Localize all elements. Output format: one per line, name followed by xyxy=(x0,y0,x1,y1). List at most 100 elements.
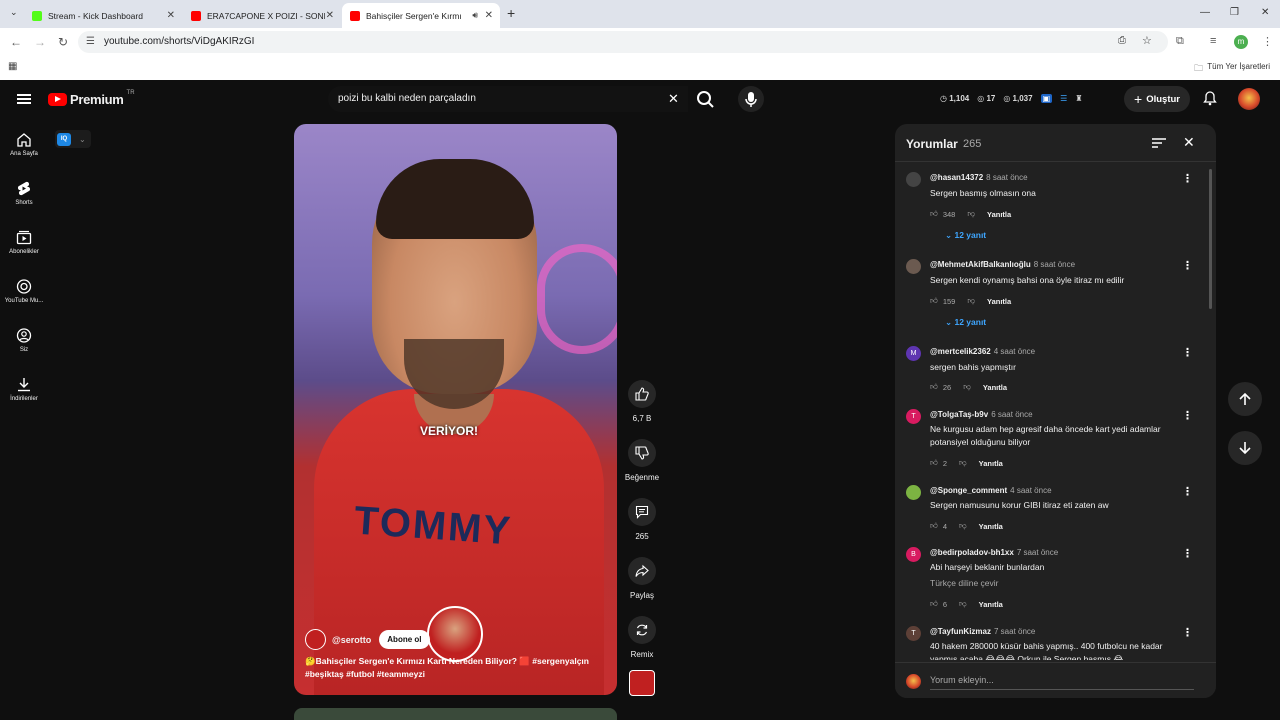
search-input[interactable]: poizi bu kalbi neden parçaladın xyxy=(338,93,476,104)
dislike-button[interactable]: Beğenme xyxy=(622,439,662,482)
bookmark-star-icon[interactable]: ☆ xyxy=(1142,34,1152,47)
hashtags[interactable]: #beşiktaş #futbol #teammeyzi xyxy=(305,669,425,679)
more-options-icon[interactable]: ⋮ xyxy=(1182,172,1193,185)
next-short-button[interactable] xyxy=(1228,431,1262,465)
comments-scrollbar[interactable] xyxy=(1209,169,1212,309)
minimize-button[interactable]: — xyxy=(1200,7,1210,18)
apps-grid-icon[interactable]: ▦ xyxy=(8,61,17,72)
comment-time[interactable]: 4 saat önce xyxy=(994,347,1035,356)
commenter-avatar[interactable]: T xyxy=(906,409,921,424)
restore-button[interactable]: ❐ xyxy=(1230,7,1239,18)
commenter-avatar[interactable] xyxy=(906,172,921,187)
window-close-button[interactable]: ✕ xyxy=(1261,7,1269,18)
translate-link[interactable]: Türkçe diline çevir xyxy=(930,578,999,588)
tab-era7capone[interactable]: ERA7CAPONE X POIZI - SONBA ✕ xyxy=(183,3,341,28)
channel-name[interactable]: @serotto xyxy=(332,635,371,645)
comment-author[interactable]: @TolgaTaş-b9v xyxy=(930,410,988,419)
reply-button[interactable]: Yanıtla xyxy=(979,600,1003,609)
tab-kick-dashboard[interactable]: Stream - Kick Dashboard ✕ xyxy=(24,3,182,28)
channel-avatar[interactable] xyxy=(305,629,326,650)
reading-list-icon[interactable]: ≡ xyxy=(1210,35,1216,47)
commenter-avatar[interactable] xyxy=(906,485,921,500)
ext-badge-icon[interactable]: ▣ xyxy=(1040,94,1053,103)
account-avatar[interactable] xyxy=(1238,88,1260,110)
thumbs-up-icon[interactable]: 👍︎ xyxy=(930,296,938,306)
video-description[interactable]: 🤔Bahisçiler Sergen'e Kırmızı Kartı Nered… xyxy=(305,655,605,681)
back-icon[interactable]: ← xyxy=(10,35,22,49)
comment-author[interactable]: @mertcelik2362 xyxy=(930,347,991,356)
close-icon[interactable]: ✕ xyxy=(167,10,175,21)
clear-search-icon[interactable]: ✕ xyxy=(668,91,679,107)
comment-author[interactable]: @hasan14372 xyxy=(930,173,983,182)
sidebar-item-you[interactable]: Siz xyxy=(0,328,48,353)
reply-button[interactable]: Yanıtla xyxy=(979,459,1003,468)
create-button[interactable]: + Oluştur xyxy=(1124,86,1190,112)
more-options-icon[interactable]: ⋮ xyxy=(1182,626,1193,639)
reply-button[interactable]: Yanıtla xyxy=(979,522,1003,531)
comment-time[interactable]: 6 saat önce xyxy=(991,410,1032,419)
profile-avatar[interactable]: m xyxy=(1234,35,1248,49)
comment-time[interactable]: 7 saat önce xyxy=(994,627,1035,636)
hamburger-menu-icon[interactable] xyxy=(17,94,31,104)
sidebar-item-downloads[interactable]: İndirilenler xyxy=(0,377,48,402)
commenter-avatar[interactable]: B xyxy=(906,547,921,562)
comment-author[interactable]: @TayfunKizmaz xyxy=(930,627,991,636)
previous-short-button[interactable] xyxy=(1228,382,1262,416)
tab-current-short[interactable]: Bahisçiler Sergen'e Kırmı 🔊︎ ✕ xyxy=(342,3,500,28)
thumbs-down-icon[interactable]: 👎︎ xyxy=(959,521,967,531)
youtube-premium-logo[interactable]: Premium TR xyxy=(48,90,135,107)
commenter-avatar[interactable]: T xyxy=(906,626,921,641)
omnibox[interactable]: ☰ youtube.com/shorts/ViDgAKIRzGI ⎙ ☆ xyxy=(78,31,1168,53)
more-options-icon[interactable]: ⋮ xyxy=(1182,547,1193,560)
tab-search-icon[interactable]: ⌄ xyxy=(10,7,18,18)
search-button[interactable] xyxy=(690,86,720,112)
close-icon[interactable]: ✕ xyxy=(485,10,493,21)
reply-button[interactable]: Yanıtla xyxy=(983,383,1007,392)
notifications-bell-icon[interactable] xyxy=(1203,91,1217,106)
sidebar-item-home[interactable]: Ana Sayfa xyxy=(0,132,48,157)
more-options-icon[interactable]: ⋮ xyxy=(1182,259,1193,272)
menu-icon[interactable]: ⋮ xyxy=(1262,35,1273,48)
thumbs-down-icon[interactable]: 👎︎ xyxy=(963,382,971,392)
thumbs-down-icon[interactable]: 👎︎ xyxy=(959,458,967,468)
thumbs-down-icon[interactable]: 👎︎ xyxy=(959,599,967,609)
sidebar-item-subscriptions[interactable]: Abonelikler xyxy=(0,230,48,255)
sidebar-item-shorts[interactable]: Shorts xyxy=(0,181,48,206)
sidebar-item-youtube-music[interactable]: YouTube Mu... xyxy=(0,279,48,304)
subscribe-button[interactable]: Abone ol xyxy=(379,630,430,649)
iq-extension-button[interactable]: IQ ⌄ xyxy=(55,130,91,148)
voice-search-button[interactable] xyxy=(738,86,764,112)
ext-list-icon[interactable]: ☰ xyxy=(1060,94,1067,103)
comment-time[interactable]: 4 saat önce xyxy=(1010,486,1051,495)
thumbs-down-icon[interactable]: 👎︎ xyxy=(967,209,975,219)
sound-thumbnail[interactable] xyxy=(622,670,662,696)
search-box[interactable]: poizi bu kalbi neden parçaladın ✕ xyxy=(328,86,688,112)
thumbs-up-icon[interactable]: 👍︎ xyxy=(930,382,938,392)
site-info-icon[interactable]: ☰ xyxy=(86,36,95,47)
shorts-video-player[interactable]: VERİYOR! TOMMY @serotto Abone ol 🤔Bahisç… xyxy=(294,124,617,695)
commenter-avatar[interactable] xyxy=(906,259,921,274)
comment-author[interactable]: @MehmetAkifBalkanlıoğlu xyxy=(930,260,1031,269)
comment-time[interactable]: 7 saat önce xyxy=(1017,548,1058,557)
install-icon[interactable]: ⎙ xyxy=(1118,35,1126,46)
comment-time[interactable]: 8 saat önce xyxy=(1034,260,1075,269)
thumbs-up-icon[interactable]: 👍︎ xyxy=(930,209,938,219)
forward-icon[interactable]: → xyxy=(34,35,46,49)
thumbs-up-icon[interactable]: 👍︎ xyxy=(930,521,938,531)
thumbs-down-icon[interactable]: 👎︎ xyxy=(967,296,975,306)
thumbs-up-icon[interactable]: 👍︎ xyxy=(930,599,938,609)
comments-button[interactable]: 265 xyxy=(622,498,662,541)
reply-button[interactable]: Yanıtla xyxy=(987,297,1011,306)
audio-icon[interactable]: 🔊︎ xyxy=(472,10,478,21)
comment-time[interactable]: 8 saat önce xyxy=(986,173,1027,182)
more-options-icon[interactable]: ⋮ xyxy=(1182,346,1193,359)
comment-author[interactable]: @Sponge_comment xyxy=(930,486,1007,495)
like-button[interactable]: 6,7 B xyxy=(622,380,662,423)
comment-author[interactable]: @bedirpoladov-bh1xx xyxy=(930,548,1014,557)
reload-icon[interactable]: ↻ xyxy=(58,35,68,49)
more-options-icon[interactable]: ⋮ xyxy=(1182,485,1193,498)
thumbs-up-icon[interactable]: 👍︎ xyxy=(930,458,938,468)
ext-trophy-icon[interactable]: ♜ xyxy=(1075,94,1082,103)
next-video-preview[interactable] xyxy=(294,708,617,720)
hashtag[interactable]: #sergenyalçın xyxy=(532,656,589,666)
